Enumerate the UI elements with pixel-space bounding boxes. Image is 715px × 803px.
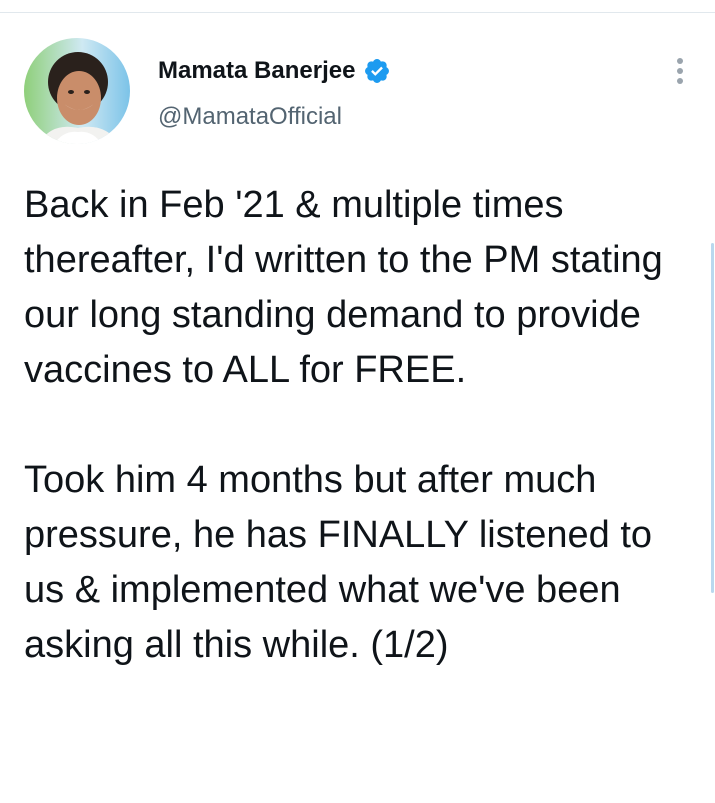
more-vertical-icon[interactable]	[668, 54, 692, 88]
avatar-image	[24, 38, 130, 144]
tweet-body: Back in Feb '21 & multiple times thereaf…	[24, 178, 696, 673]
scroll-indicator	[711, 243, 714, 593]
tweet-paragraph: Took him 4 months but after much pressur…	[24, 459, 653, 666]
tweet-paragraph: Back in Feb '21 & multiple times thereaf…	[24, 184, 663, 391]
author-display-name[interactable]: Mamata Banerjee	[158, 56, 355, 86]
verified-badge-icon	[363, 57, 391, 85]
author-name-row[interactable]: Mamata Banerjee	[158, 56, 391, 86]
author-handle[interactable]: @MamataOfficial	[158, 102, 342, 132]
author-avatar[interactable]	[24, 38, 130, 144]
top-divider	[0, 12, 715, 13]
